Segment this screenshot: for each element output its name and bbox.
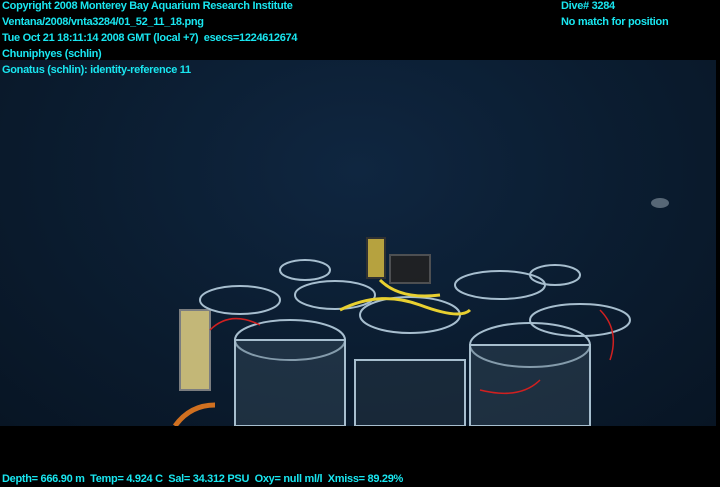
underwater-video-frame	[0, 60, 716, 426]
annotation-chuniphyes: Chuniphyes (schlin)	[2, 48, 102, 60]
suction-sampler-carousel	[179, 237, 631, 426]
sensor-readout: Depth= 666.90 m Temp= 4.924 C Sal= 34.31…	[2, 473, 404, 485]
gonatus-squid	[651, 198, 669, 208]
position-status: No match for position	[561, 16, 669, 28]
rov-sampler-image	[172, 198, 669, 426]
timestamp-text: Tue Oct 21 18:11:14 2008 GMT (local +7) …	[2, 32, 298, 44]
orange-line	[172, 402, 216, 426]
copyright-text: Copyright 2008 Monterey Bay Aquarium Res…	[2, 0, 293, 12]
file-path-text: Ventana/2008/vnta3284/01_52_11_18.png	[2, 16, 204, 28]
dive-number: Dive# 3284	[561, 0, 615, 12]
annotation-gonatus: Gonatus (schlin): identity-reference 11	[2, 64, 191, 76]
